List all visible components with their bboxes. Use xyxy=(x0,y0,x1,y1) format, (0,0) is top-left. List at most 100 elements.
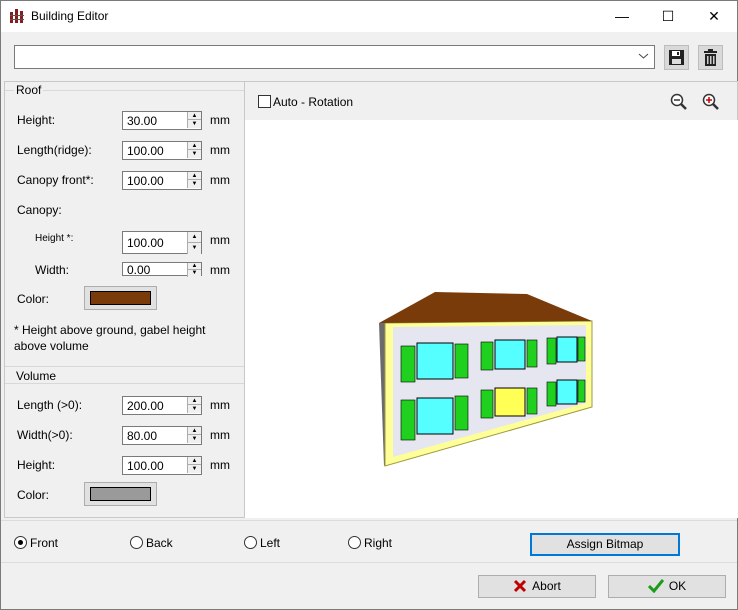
unit-label: mm xyxy=(210,428,230,442)
building-3d-preview xyxy=(379,292,593,467)
spin-down-icon[interactable]: ▼ xyxy=(187,180,201,188)
unit-label: mm xyxy=(210,398,230,412)
volume-group-label: Volume xyxy=(14,369,59,383)
app-icon xyxy=(10,9,24,23)
front-radio[interactable] xyxy=(14,536,27,549)
roof-group-label: Roof xyxy=(14,83,44,97)
window-title: Building Editor xyxy=(31,9,109,23)
volume-color-swatch xyxy=(90,487,151,501)
roof-height-spinner[interactable]: 30.00 ▲ ▼ xyxy=(122,111,202,130)
volume-length-value: 200.00 xyxy=(127,399,164,413)
canopy-width-value: 0.00 xyxy=(127,263,151,277)
delete-button[interactable] xyxy=(698,45,723,70)
unit-label: mm xyxy=(210,143,230,157)
spin-up-icon[interactable]: ▲ xyxy=(187,397,201,405)
left-radio[interactable] xyxy=(244,536,257,549)
abort-button-label: Abort xyxy=(532,579,561,593)
volume-height-spinner[interactable]: 100.00 ▲ ▼ xyxy=(122,456,202,475)
auto-rotation-label[interactable]: Auto - Rotation xyxy=(273,95,353,109)
volume-length-spinner[interactable]: 200.00 ▲ ▼ xyxy=(122,396,202,415)
spin-down-icon[interactable]: ▼ xyxy=(187,465,201,473)
maximize-button[interactable]: ☐ xyxy=(645,1,691,32)
title-bar: Building Editor — ☐ ✕ xyxy=(1,1,737,32)
chevron-down-icon xyxy=(638,53,649,59)
spin-down-icon[interactable]: ▼ xyxy=(187,150,201,158)
radio-row-top-border xyxy=(1,520,737,521)
roof-length-spinner[interactable]: 100.00 ▲ ▼ xyxy=(122,141,202,160)
volume-group-border xyxy=(5,383,244,384)
minimize-button[interactable]: — xyxy=(599,1,645,32)
volume-height-value: 100.00 xyxy=(127,459,164,473)
canopy-label: Canopy: xyxy=(17,203,62,217)
canopy-front-label: Canopy front*: xyxy=(17,173,94,187)
unit-label: mm xyxy=(210,263,230,277)
canopy-height-value: 100.00 xyxy=(127,236,164,250)
canopy-height-spinner[interactable]: 100.00 ▲ ▼ xyxy=(122,231,202,254)
zoom-in-icon[interactable] xyxy=(701,92,721,112)
building-editor-window: Building Editor — ☐ ✕ Roof Height: 30.00… xyxy=(0,0,738,610)
volume-width-spinner[interactable]: 80.00 ▲ ▼ xyxy=(122,426,202,445)
spin-down-icon[interactable]: ▼ xyxy=(187,435,201,443)
roof-length-label: Length(ridge): xyxy=(17,143,92,157)
roof-color-swatch xyxy=(90,291,151,305)
spin-up-icon[interactable]: ▲ xyxy=(187,112,201,120)
close-button[interactable]: ✕ xyxy=(691,1,737,32)
volume-color-button[interactable] xyxy=(84,482,157,506)
close-icon: ✕ xyxy=(708,8,720,24)
left-radio-label[interactable]: Left xyxy=(260,536,280,550)
3d-viewport[interactable] xyxy=(245,120,738,518)
roof-length-value: 100.00 xyxy=(127,144,164,158)
viewport-toolbar: Auto - Rotation xyxy=(245,81,738,120)
ok-button-label: OK xyxy=(668,579,687,593)
volume-color-label: Color: xyxy=(17,488,50,502)
unit-label: mm xyxy=(210,113,230,127)
back-radio[interactable] xyxy=(130,536,143,549)
floppy-disk-icon xyxy=(669,50,684,65)
spin-up-icon[interactable]: ▲ xyxy=(187,232,201,243)
volume-width-label: Width(>0): xyxy=(17,428,73,442)
spin-up-icon[interactable]: ▲ xyxy=(187,427,201,435)
action-bar-top-border xyxy=(1,562,737,563)
building-roof xyxy=(379,292,592,323)
canopy-width-label: Width: xyxy=(35,263,70,277)
assign-bitmap-button[interactable]: Assign Bitmap xyxy=(530,533,680,556)
roof-note-line1: * Height above ground, gabel height xyxy=(14,323,206,337)
back-radio-label[interactable]: Back xyxy=(146,536,173,550)
spin-up-icon[interactable]: ▲ xyxy=(187,172,201,180)
spin-up-icon[interactable]: ▲ xyxy=(187,263,201,270)
canopy-width-spinner[interactable]: 0.00 ▲ ▼ xyxy=(122,262,202,277)
roof-color-label: Color: xyxy=(17,292,50,306)
unit-label: mm xyxy=(210,233,230,247)
spin-down-icon[interactable]: ▼ xyxy=(187,270,201,277)
right-radio[interactable] xyxy=(348,536,361,549)
roof-height-value: 30.00 xyxy=(127,114,158,128)
front-radio-label[interactable]: Front xyxy=(30,536,58,550)
spin-up-icon[interactable]: ▲ xyxy=(187,142,201,150)
radio-selected-dot xyxy=(18,540,23,545)
canopy-front-spinner[interactable]: 100.00 ▲ ▼ xyxy=(122,171,202,190)
spin-down-icon[interactable]: ▼ xyxy=(187,405,201,413)
save-button[interactable] xyxy=(664,45,689,70)
spin-down-icon[interactable]: ▼ xyxy=(187,243,201,254)
roof-note-line2: above volume xyxy=(14,339,89,353)
spin-up-icon[interactable]: ▲ xyxy=(187,457,201,465)
panel-separator xyxy=(5,366,244,367)
building-select[interactable] xyxy=(14,45,655,69)
volume-width-value: 80.00 xyxy=(127,429,158,443)
minimize-icon: — xyxy=(615,8,629,24)
maximize-icon: ☐ xyxy=(661,8,675,24)
abort-button[interactable]: Abort xyxy=(478,575,596,598)
right-radio-label[interactable]: Right xyxy=(364,536,392,550)
canopy-front-value: 100.00 xyxy=(127,174,164,188)
roof-color-button[interactable] xyxy=(84,286,157,310)
volume-height-label: Height: xyxy=(17,458,56,472)
unit-label: mm xyxy=(210,173,230,187)
ok-button[interactable]: OK xyxy=(608,575,726,598)
x-icon xyxy=(514,579,527,593)
unit-label: mm xyxy=(210,458,230,472)
auto-rotation-checkbox[interactable] xyxy=(258,95,271,108)
zoom-out-icon[interactable] xyxy=(669,92,689,112)
spin-down-icon[interactable]: ▼ xyxy=(187,120,201,128)
canopy-height-label: Height *: xyxy=(35,233,74,244)
volume-length-label: Length (>0): xyxy=(17,398,83,412)
